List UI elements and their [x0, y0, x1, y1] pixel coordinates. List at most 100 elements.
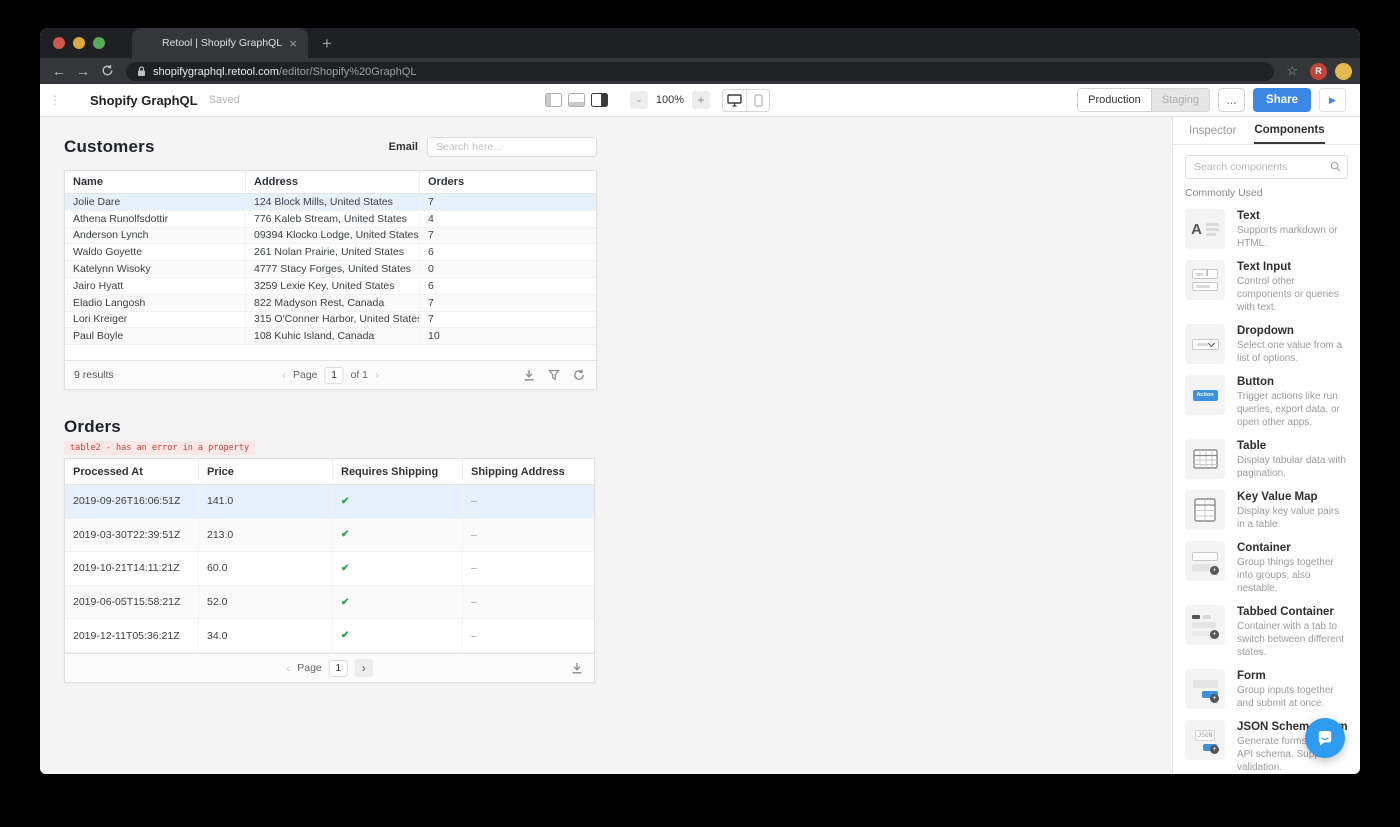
component-table[interactable]: TableDisplay tabular data with paginatio… — [1185, 439, 1348, 480]
orders-section: Orders table2 - has an error in a proper… — [64, 417, 595, 683]
column-header-orders[interactable]: Orders — [420, 171, 596, 193]
window-controls[interactable] — [40, 37, 118, 49]
mobile-view-icon[interactable] — [746, 90, 769, 111]
customers-table-header: Name Address Orders — [65, 171, 596, 194]
tab-inspector[interactable]: Inspector — [1189, 117, 1236, 144]
support-chat-button[interactable] — [1305, 718, 1345, 758]
order-row[interactable]: 2019-06-05T15:58:21Z 52.0 ✔ – — [65, 586, 594, 620]
url-path: /editor/Shopify%20GraphQL — [279, 66, 417, 78]
device-toggle — [722, 89, 770, 112]
next-page-icon[interactable]: › — [375, 368, 379, 382]
editor-header: ⋮ Shopify GraphQL Saved - 100% + Product… — [40, 84, 1360, 117]
page-number-input[interactable] — [325, 367, 344, 384]
customer-address-cell: 4777 Stacy Forges, United States — [246, 261, 420, 277]
bookmark-star-icon[interactable]: ☆ — [1286, 63, 1298, 79]
order-row[interactable]: 2019-09-26T16:06:51Z 141.0 ✔ – — [65, 485, 594, 519]
orders-table-footer: ‹ Page › — [65, 653, 594, 682]
order-shipping-address-cell: – — [463, 586, 594, 619]
customer-row[interactable]: Athena Runolfsdottir 776 Kaleb Stream, U… — [65, 211, 596, 228]
component-text[interactable]: A TextSupports markdown or HTML. — [1185, 209, 1348, 250]
component-search-input[interactable] — [1185, 155, 1348, 179]
app-canvas: Customers Email Name Address Orders Joli… — [40, 117, 1172, 774]
column-header-price[interactable]: Price — [199, 459, 333, 484]
email-label: Email — [389, 141, 418, 153]
page-number-input[interactable] — [329, 660, 348, 677]
column-header-requires-shipping[interactable]: Requires Shipping — [333, 459, 463, 484]
customer-row[interactable]: Waldo Goyette 261 Nolan Prairie, United … — [65, 244, 596, 261]
customer-row[interactable]: Katelynn Wisoky 4777 Stacy Forges, Unite… — [65, 261, 596, 278]
url-host: shopifygraphql.retool.com — [153, 66, 279, 78]
desktop-view-icon[interactable] — [723, 90, 746, 111]
panel-toggles — [545, 93, 608, 107]
filter-icon[interactable] — [548, 369, 560, 381]
customer-row[interactable]: Anderson Lynch 09394 Klocko Lodge, Unite… — [65, 228, 596, 245]
component-text-input[interactable]: I Text InputControl other components or … — [1185, 260, 1348, 314]
prev-page-icon[interactable]: ‹ — [286, 661, 290, 675]
forward-icon[interactable]: → — [72, 64, 94, 78]
table-error-badge[interactable]: table2 - has an error in a property — [64, 441, 255, 455]
url-bar[interactable]: shopifygraphql.retool.com/editor/Shopify… — [126, 62, 1274, 81]
share-button[interactable]: Share — [1253, 88, 1311, 112]
prev-page-icon[interactable]: ‹ — [282, 368, 286, 382]
component-key-value-map[interactable]: Key Value MapDisplay key value pairs in … — [1185, 490, 1348, 531]
customer-address-cell: 261 Nolan Prairie, United States — [246, 244, 420, 260]
back-icon[interactable]: ← — [48, 64, 70, 78]
minimize-window-icon[interactable] — [73, 37, 85, 49]
customer-row[interactable]: Lori Kreiger 315 O'Conner Harbor, United… — [65, 312, 596, 329]
header-actions: Production Staging ... Share ▶ — [1077, 88, 1346, 112]
browser-toolbar: ← → shopifygraphql.retool.com/editor/Sho… — [40, 58, 1360, 84]
order-row[interactable]: 2019-10-21T14:11:21Z 60.0 ✔ – — [65, 552, 594, 586]
order-row[interactable]: 2019-12-11T05:36:21Z 34.0 ✔ – — [65, 619, 594, 653]
page-label: Page — [293, 369, 318, 381]
reload-icon[interactable] — [96, 64, 118, 79]
column-header-address[interactable]: Address — [246, 171, 420, 193]
close-tab-icon[interactable]: × — [287, 36, 299, 51]
toggle-right-panel-icon[interactable] — [591, 93, 608, 107]
component-button[interactable]: Action ButtonTrigger actions like run qu… — [1185, 375, 1348, 429]
download-icon[interactable] — [523, 369, 535, 381]
zoom-out-button[interactable]: - — [630, 91, 648, 109]
column-header-shipping-address[interactable]: Shipping Address — [463, 459, 594, 484]
orders-pagination: ‹ Page › — [286, 659, 373, 677]
next-page-icon[interactable]: › — [355, 659, 373, 677]
tab-components[interactable]: Components — [1254, 117, 1324, 144]
orders-table: Processed At Price Requires Shipping Shi… — [64, 458, 595, 683]
download-icon[interactable] — [571, 662, 583, 674]
email-search-input[interactable] — [427, 137, 597, 157]
customer-row[interactable]: Paul Boyle 108 Kuhic Island, Canada 10 — [65, 328, 596, 345]
component-form[interactable]: + FormGroup inputs together and submit a… — [1185, 669, 1348, 710]
order-row[interactable]: 2019-03-30T22:39:51Z 213.0 ✔ – — [65, 519, 594, 553]
browser-tab-strip: Retool | Shopify GraphQL × + — [40, 28, 1360, 58]
profile-avatar[interactable] — [1335, 63, 1352, 80]
browser-tab[interactable]: Retool | Shopify GraphQL × — [132, 28, 308, 58]
customer-name-cell: Katelynn Wisoky — [65, 261, 246, 277]
staging-button[interactable]: Staging — [1151, 89, 1209, 111]
drag-handle-icon[interactable]: ⋮ — [49, 93, 60, 107]
customer-row[interactable]: Jairo Hyatt 3259 Lexie Key, United State… — [65, 278, 596, 295]
component-tabbed-container[interactable]: + Tabbed ContainerContainer with a tab t… — [1185, 605, 1348, 659]
customers-table-footer: 9 results ‹ Page of 1 › — [65, 360, 596, 389]
maximize-window-icon[interactable] — [93, 37, 105, 49]
column-header-processed-at[interactable]: Processed At — [65, 459, 199, 484]
toggle-left-panel-icon[interactable] — [545, 93, 562, 107]
component-container[interactable]: + ContainerGroup things together into gr… — [1185, 541, 1348, 595]
run-preview-button[interactable]: ▶ — [1319, 88, 1346, 112]
zoom-controls: - 100% + — [630, 91, 710, 109]
customer-row[interactable]: Jolie Dare 124 Block Mills, United State… — [65, 194, 596, 211]
production-button[interactable]: Production — [1078, 89, 1151, 111]
close-window-icon[interactable] — [53, 37, 65, 49]
zoom-in-button[interactable]: + — [692, 91, 710, 109]
section-commonly-used: Commonly Used — [1185, 187, 1348, 199]
customer-row[interactable]: Eladio Langosh 822 Madyson Rest, Canada … — [65, 295, 596, 312]
extension-avatar[interactable]: R — [1310, 63, 1327, 80]
more-options-button[interactable]: ... — [1218, 88, 1245, 112]
lock-icon — [137, 66, 146, 77]
column-header-name[interactable]: Name — [65, 171, 246, 193]
environment-toggle: Production Staging — [1077, 88, 1210, 112]
toggle-bottom-panel-icon[interactable] — [568, 93, 585, 107]
new-tab-button[interactable]: + — [322, 35, 332, 52]
app-title: Shopify GraphQL — [90, 93, 198, 108]
retool-logo-icon[interactable] — [67, 94, 81, 106]
refresh-icon[interactable] — [573, 369, 585, 381]
component-dropdown[interactable]: DropdownSelect one value from a list of … — [1185, 324, 1348, 365]
